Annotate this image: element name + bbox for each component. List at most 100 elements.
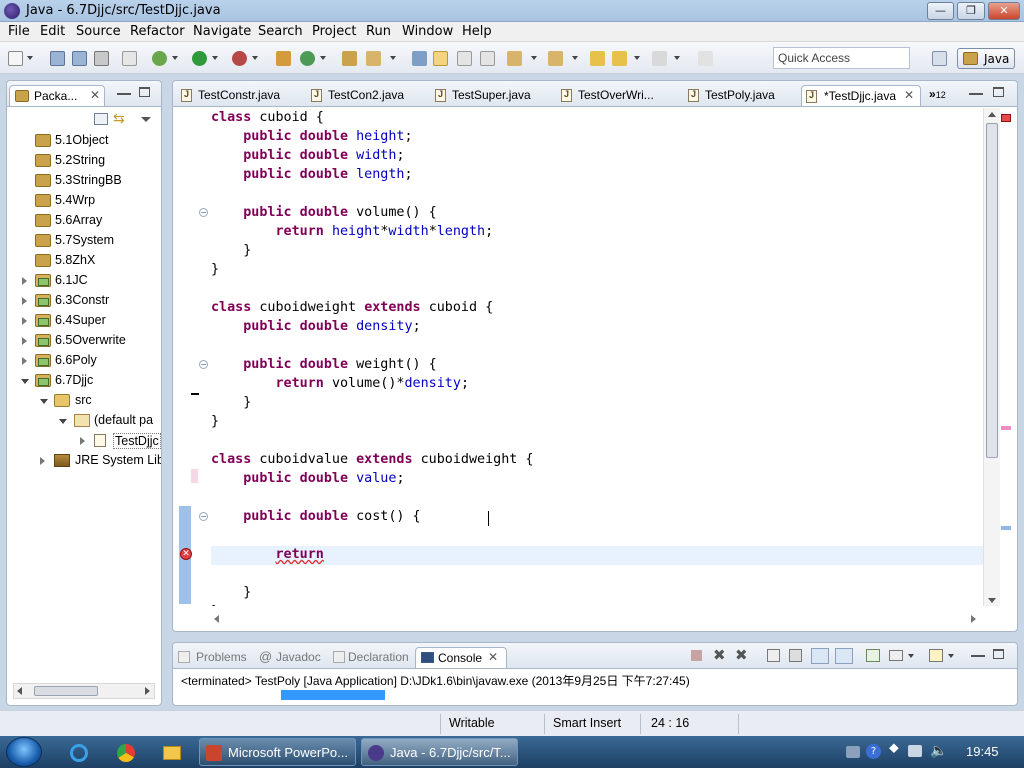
close-button[interactable]: ✕ xyxy=(988,2,1020,20)
code-line[interactable]: } xyxy=(211,243,251,262)
taskbar-powerpoint[interactable]: Microsoft PowerPo... xyxy=(199,738,356,766)
terminate-icon[interactable] xyxy=(691,650,702,661)
show-whitespace-icon[interactable] xyxy=(480,51,495,66)
expand-icon[interactable] xyxy=(22,297,27,305)
quick-access-input[interactable]: Quick Access xyxy=(773,47,910,69)
code-line[interactable]: return height*width*length; xyxy=(211,224,494,243)
code-line[interactable]: class cuboid { xyxy=(211,110,324,129)
menu-source[interactable]: Source xyxy=(76,24,121,39)
code-line[interactable]: public double density; xyxy=(211,319,420,338)
code-editor[interactable]: class cuboid { public double height; pub… xyxy=(211,108,983,606)
show-console-on-output-icon[interactable] xyxy=(811,648,829,664)
next-annotation-dropdown-icon[interactable] xyxy=(531,56,537,60)
internet-explorer-icon[interactable] xyxy=(70,744,88,762)
menu-project[interactable]: Project xyxy=(312,24,356,39)
tree-item[interactable]: 5.8ZhX xyxy=(7,251,157,271)
tab-testpoly[interactable]: TestPoly.java xyxy=(688,85,800,106)
tab-testconstr[interactable]: TestConstr.java xyxy=(181,85,299,106)
tree-item[interactable]: 6.4Super xyxy=(7,311,157,331)
display-console-dropdown-icon[interactable] xyxy=(908,654,914,658)
collapse-icon[interactable] xyxy=(59,419,67,424)
code-line[interactable]: } xyxy=(211,262,219,281)
pin-editor-icon[interactable] xyxy=(698,51,713,66)
close-icon[interactable]: ✕ xyxy=(488,650,498,664)
volume-icon[interactable]: 🔈 xyxy=(930,743,947,759)
toggle-highlight-icon[interactable] xyxy=(433,51,448,66)
editor-overflow-button[interactable]: »12 xyxy=(929,87,946,101)
vertical-scrollbar[interactable] xyxy=(983,108,1000,606)
back-icon[interactable] xyxy=(612,51,627,66)
chrome-icon[interactable] xyxy=(117,744,135,762)
scroll-right-icon[interactable] xyxy=(145,687,150,695)
code-line[interactable]: } xyxy=(211,414,219,433)
search-dropdown-icon[interactable] xyxy=(390,56,396,60)
minimize-icon[interactable] xyxy=(117,93,131,95)
tree-item[interactable]: 6.6Poly xyxy=(7,351,157,371)
fold-icon[interactable]: − xyxy=(199,512,208,521)
expand-icon[interactable] xyxy=(40,457,45,465)
scroll-down-icon[interactable] xyxy=(988,598,996,603)
print-icon[interactable] xyxy=(94,51,109,66)
code-line[interactable]: public double value; xyxy=(211,471,404,490)
run-icon[interactable] xyxy=(192,51,207,66)
tree-item[interactable]: 5.7System xyxy=(7,231,157,251)
display-icon[interactable] xyxy=(908,745,922,757)
scroll-lock-icon[interactable] xyxy=(789,649,802,662)
code-line[interactable]: public double height; xyxy=(211,129,412,148)
java-perspective-button[interactable]: Java xyxy=(957,48,1015,69)
tree-item[interactable]: 5.6Array xyxy=(7,211,157,231)
scroll-right-icon[interactable] xyxy=(971,615,976,623)
code-line[interactable]: } xyxy=(211,395,251,414)
new-java-project-icon[interactable] xyxy=(276,51,291,66)
tree-item[interactable]: 5.1Object xyxy=(7,131,157,151)
last-edit-location-icon[interactable] xyxy=(590,51,605,66)
annotation-marker[interactable] xyxy=(1001,526,1011,530)
menu-run[interactable]: Run xyxy=(366,24,391,39)
open-type-icon[interactable] xyxy=(342,51,357,66)
maximize-icon[interactable] xyxy=(993,87,1004,97)
next-annotation-icon[interactable] xyxy=(507,51,522,66)
network-icon[interactable]: ⬥ xyxy=(889,740,899,756)
forward-icon[interactable] xyxy=(652,51,667,66)
tab-testsuper[interactable]: TestSuper.java xyxy=(435,85,547,106)
collapse-icon[interactable] xyxy=(40,399,48,404)
file-explorer-icon[interactable] xyxy=(163,746,181,760)
expand-icon[interactable] xyxy=(22,277,27,285)
menu-window[interactable]: Window xyxy=(402,24,453,39)
code-line[interactable]: class cuboidvalue extends cuboidweight { xyxy=(211,452,534,471)
forward-dropdown-icon[interactable] xyxy=(674,56,680,60)
tree-item[interactable]: 5.2String xyxy=(7,151,157,171)
new-class-dropdown-icon[interactable] xyxy=(320,56,326,60)
editor-horizontal-scrollbar[interactable] xyxy=(211,611,983,627)
previous-annotation-icon[interactable] xyxy=(548,51,563,66)
menu-edit[interactable]: Edit xyxy=(40,24,65,39)
code-line[interactable]: public double volume() { xyxy=(211,205,437,224)
previous-annotation-dropdown-icon[interactable] xyxy=(572,56,578,60)
code-line[interactable]: return xyxy=(211,547,324,566)
scroll-left-icon[interactable] xyxy=(17,687,22,695)
annotation-marker[interactable] xyxy=(1001,426,1011,430)
tab-package-explorer[interactable]: Packa... ✕ xyxy=(9,85,105,106)
fold-icon[interactable]: − xyxy=(199,360,208,369)
minimize-button[interactable]: — xyxy=(927,2,954,20)
collapse-all-icon[interactable] xyxy=(94,113,108,125)
code-line[interactable]: class cuboidweight extends cuboid { xyxy=(211,300,493,319)
menu-help[interactable]: Help xyxy=(462,24,492,39)
debug-icon[interactable] xyxy=(152,51,167,66)
tab-problems[interactable]: Problems xyxy=(178,647,254,668)
external-tools-icon[interactable] xyxy=(232,51,247,66)
save-icon[interactable] xyxy=(50,51,65,66)
close-icon[interactable]: ✕ xyxy=(904,88,914,102)
back-dropdown-icon[interactable] xyxy=(634,56,640,60)
open-console-dropdown-icon[interactable] xyxy=(948,654,954,658)
expand-icon[interactable] xyxy=(22,357,27,365)
error-icon[interactable]: ✕ xyxy=(180,548,192,560)
code-line[interactable]: public double cost() { xyxy=(211,509,420,528)
new-class-icon[interactable] xyxy=(300,51,315,66)
tree-item[interactable]: JRE System Lib xyxy=(7,451,161,471)
scrollbar-thumb[interactable] xyxy=(986,123,998,458)
tree-item[interactable]: 6.1JC xyxy=(7,271,157,291)
tab-testdjjc[interactable]: *TestDjjc.java ✕ xyxy=(801,85,921,106)
scroll-left-icon[interactable] xyxy=(214,615,219,623)
fold-icon[interactable]: − xyxy=(199,208,208,217)
